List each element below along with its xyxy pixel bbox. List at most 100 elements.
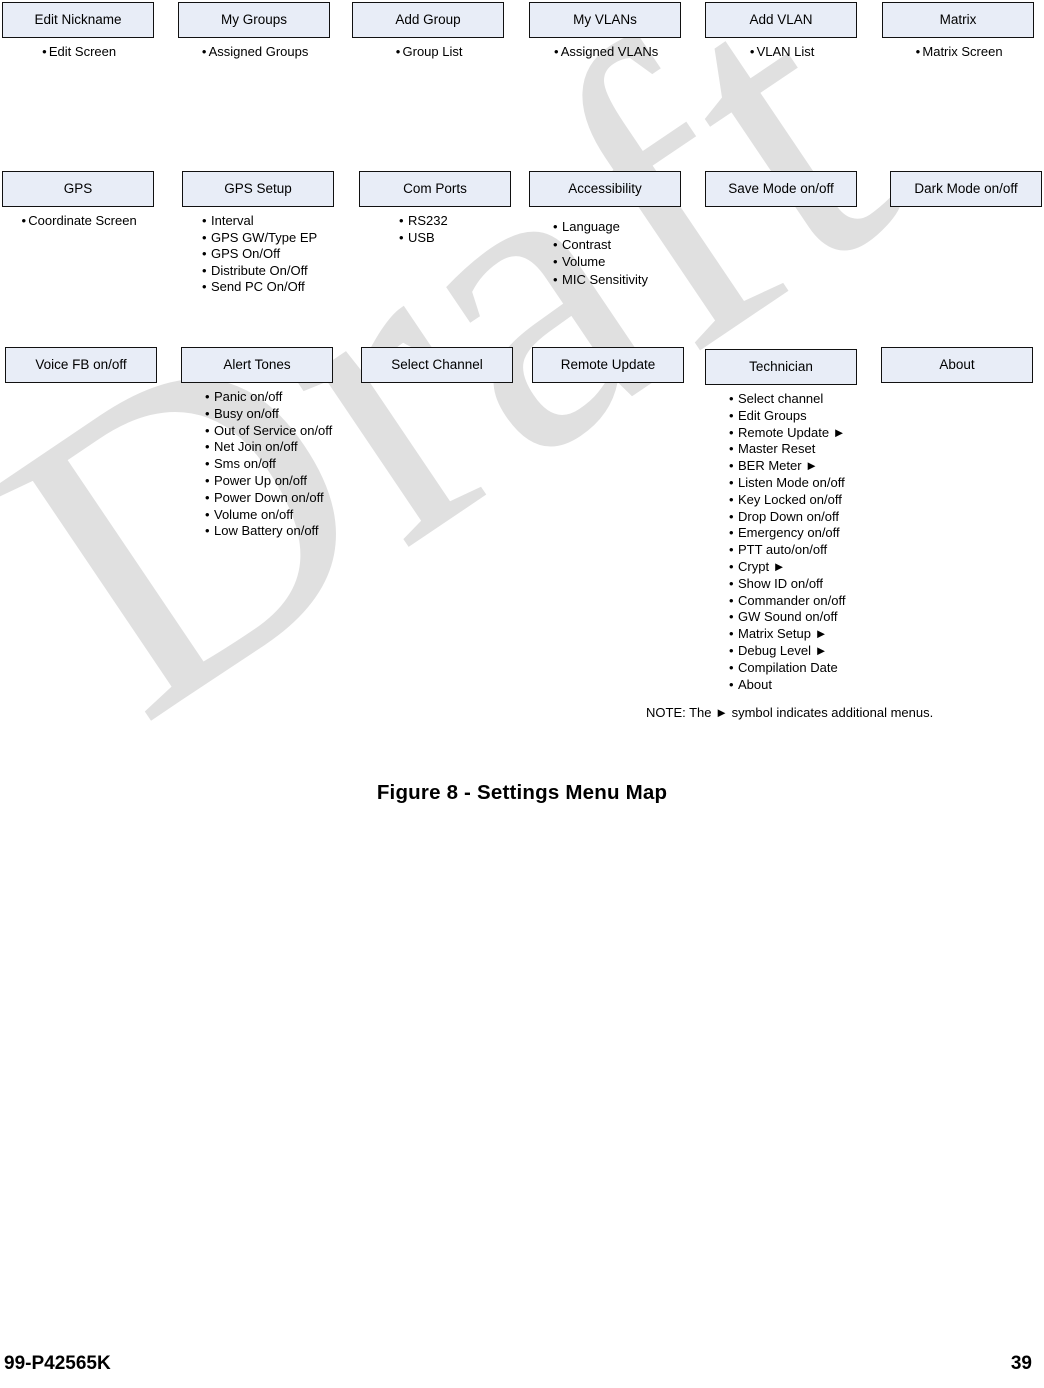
- list-item: • GPS GW/Type EP: [202, 230, 334, 247]
- menu-box-select-channel[interactable]: Select Channel: [361, 347, 513, 383]
- bullet-icon: •: [202, 246, 207, 262]
- bullet-icon: •: [205, 506, 210, 522]
- list-item: • Assigned VLANs: [529, 44, 681, 61]
- menu-box-label: Select Channel: [391, 357, 483, 373]
- menu-column-dark-mode: Dark Mode on/off: [890, 171, 1042, 207]
- list-item: • Edit Screen: [2, 44, 154, 61]
- list-item: • About: [729, 677, 857, 694]
- menu-box-dark-mode[interactable]: Dark Mode on/off: [890, 171, 1042, 207]
- list-item-label: PTT auto/on/off: [738, 542, 828, 558]
- bullet-icon: •: [205, 489, 210, 505]
- list-item-label: Power Up on/off: [214, 472, 307, 488]
- bullet-icon: •: [21, 213, 27, 228]
- footer-document-number: 99-P42565K: [4, 1353, 111, 1374]
- menu-box-com-ports[interactable]: Com Ports: [359, 171, 511, 207]
- menu-column-alert-tones: Alert Tones • Panic on/off • Busy on/off •…: [181, 347, 333, 540]
- menu-box-save-mode[interactable]: Save Mode on/off: [705, 171, 857, 207]
- menu-box-my-vlans[interactable]: My VLANs: [529, 2, 681, 38]
- list-item-label: GW Sound on/off: [738, 609, 838, 625]
- bullet-icon: •: [729, 575, 734, 591]
- bullet-icon: •: [553, 44, 559, 59]
- list-item: • Power Down on/off: [205, 490, 333, 507]
- list-item-label: Matrix Screen: [922, 44, 1003, 59]
- list-item: • Distribute On/Off: [202, 263, 334, 280]
- list-item-label: Busy on/off: [214, 405, 279, 421]
- menu-box-accessibility[interactable]: Accessibility: [529, 171, 681, 207]
- bullet-icon: •: [729, 659, 734, 675]
- menu-box-label: Dark Mode on/off: [914, 181, 1018, 197]
- menu-box-voice-fb[interactable]: Voice FB on/off: [5, 347, 157, 383]
- menu-box-label: Technician: [749, 359, 813, 375]
- menu-box-about[interactable]: About: [881, 347, 1033, 383]
- list-item-label: Key Locked on/off: [738, 491, 842, 507]
- list-item: • Group List: [352, 44, 504, 61]
- menu-column-edit-nickname: Edit Nickname • Edit Screen: [2, 2, 154, 61]
- bullet-icon: •: [205, 523, 210, 539]
- list-item: • PTT auto/on/off: [729, 542, 857, 559]
- list-item: • Volume: [553, 253, 681, 271]
- menu-box-label: My VLANs: [573, 12, 637, 28]
- menu-box-gps-setup[interactable]: GPS Setup: [182, 171, 334, 207]
- bullet-icon: •: [729, 592, 734, 608]
- menu-box-add-group[interactable]: Add Group: [352, 2, 504, 38]
- list-item: • Show ID on/off: [729, 576, 857, 593]
- menu-box-matrix[interactable]: Matrix: [882, 2, 1034, 38]
- list-item: • Compilation Date: [729, 660, 857, 677]
- list-item-label: USB: [408, 229, 435, 245]
- list-item: • Drop Down on/off: [729, 509, 857, 526]
- menu-column-remote-update: Remote Update: [532, 347, 684, 383]
- list-item: • Debug Level ►: [729, 643, 857, 660]
- bullet-icon: •: [729, 558, 734, 574]
- list-item: • Sms on/off: [205, 456, 333, 473]
- list-item: • Net Join on/off: [205, 439, 333, 456]
- menu-column-about: About: [881, 347, 1033, 383]
- menu-box-edit-nickname[interactable]: Edit Nickname: [2, 2, 154, 38]
- menu-box-add-vlan[interactable]: Add VLAN: [705, 2, 857, 38]
- submenu-list-matrix: • Matrix Screen: [882, 44, 1034, 61]
- list-item-label: MIC Sensitivity: [562, 271, 648, 287]
- bullet-icon: •: [729, 676, 734, 692]
- menu-box-label: Alert Tones: [223, 357, 291, 373]
- bullet-icon: •: [729, 407, 734, 423]
- list-item: • GW Sound on/off: [729, 609, 857, 626]
- list-item: • Master Reset: [729, 441, 857, 458]
- list-item: • USB: [399, 230, 511, 247]
- list-item-label: Net Join on/off: [214, 439, 298, 455]
- list-item: • Crypt ►: [729, 559, 857, 576]
- list-item: • Assigned Groups: [178, 44, 330, 61]
- bullet-icon: •: [399, 213, 404, 228]
- menu-box-my-groups[interactable]: My Groups: [178, 2, 330, 38]
- menu-box-label: Add Group: [395, 12, 461, 28]
- menu-box-technician[interactable]: Technician: [705, 349, 857, 385]
- list-item-label: Matrix Setup ►: [738, 626, 828, 642]
- menu-box-label: Save Mode on/off: [728, 181, 834, 197]
- submenu-list-my-vlans: • Assigned VLANs: [529, 44, 681, 61]
- note-text: NOTE: The ► symbol indicates additional …: [646, 705, 934, 720]
- list-item: • Busy on/off: [205, 406, 333, 423]
- menu-box-alert-tones[interactable]: Alert Tones: [181, 347, 333, 383]
- menu-box-label: About: [939, 357, 975, 373]
- list-item-label: Edit Groups: [738, 407, 807, 423]
- list-item-label: Compilation Date: [738, 659, 838, 675]
- menu-box-remote-update[interactable]: Remote Update: [532, 347, 684, 383]
- bullet-icon: •: [729, 525, 734, 541]
- bullet-icon: •: [729, 642, 734, 658]
- list-item-label: Interval: [211, 213, 254, 228]
- bullet-icon: •: [205, 472, 210, 488]
- bullet-icon: •: [729, 609, 734, 625]
- list-item-label: Drop Down on/off: [738, 508, 839, 524]
- list-item-label: Out of Service on/off: [214, 422, 333, 438]
- bullet-icon: •: [201, 44, 207, 59]
- list-item-label: Power Down on/off: [214, 489, 324, 505]
- menu-column-my-groups: My Groups • Assigned Groups: [178, 2, 330, 61]
- menu-box-label: Edit Nickname: [34, 12, 122, 28]
- list-item: • Commander on/off: [729, 593, 857, 610]
- submenu-list-edit-nickname: • Edit Screen: [2, 44, 154, 61]
- list-item-label: About: [738, 676, 772, 692]
- submenu-list-add-group: • Group List: [352, 44, 504, 61]
- menu-box-gps[interactable]: GPS: [2, 171, 154, 207]
- bullet-icon: •: [553, 236, 558, 252]
- submenu-list-my-groups: • Assigned Groups: [178, 44, 330, 61]
- list-item-label: Coordinate Screen: [28, 213, 137, 228]
- menu-box-label: GPS: [63, 181, 93, 197]
